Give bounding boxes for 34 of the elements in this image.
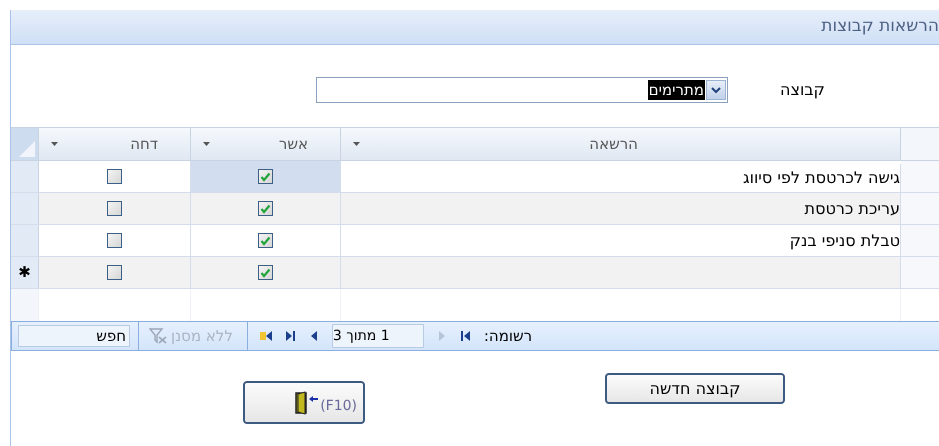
dropdown-arrow-icon[interactable] [51,142,58,146]
search-field[interactable]: חפש [18,325,130,347]
new-row-marker: ✱ [18,262,31,284]
dropdown-arrow-icon[interactable] [353,142,360,146]
dropdown-icon[interactable] [706,80,726,100]
combo-value: מתרימים [648,80,705,100]
group-combo-box[interactable]: מתרימים [316,77,728,103]
checkbox[interactable] [258,169,273,184]
table-cell-text: טבלת סניפי בנק [790,230,900,252]
filter-icon [149,328,167,344]
exit-button[interactable]: (F10) [243,381,365,424]
checkbox[interactable] [258,233,273,248]
record-label: רשומה: [484,326,532,347]
dropdown-arrow-icon[interactable] [203,142,210,146]
column-header[interactable]: דחה [39,128,191,160]
first-record-icon[interactable] [458,329,473,343]
table-cell-text: גישה לכרטסת לפי סיווג [742,167,900,189]
checkbox[interactable] [107,169,122,184]
corner-triangle-icon [19,141,35,157]
checkbox[interactable] [258,201,273,216]
table-cell-text: עריכת כרטסת [804,198,900,220]
checkbox[interactable] [107,201,122,216]
group-label: קבוצה [780,79,825,101]
new-record-icon[interactable] [258,329,273,343]
record-position-field[interactable]: 1 מתוך 3 [332,324,424,348]
column-header[interactable]: אשר [191,128,341,160]
current-cell[interactable] [191,161,341,192]
checkbox[interactable] [258,265,273,280]
door-exit-icon [295,390,320,416]
window-title: הרשאות קבוצות [821,15,939,38]
new-group-button[interactable]: קבוצה חדשה [605,373,785,404]
row-selector[interactable]: ✱ [11,257,39,288]
checkbox[interactable] [107,233,122,248]
checkbox[interactable] [107,265,122,280]
